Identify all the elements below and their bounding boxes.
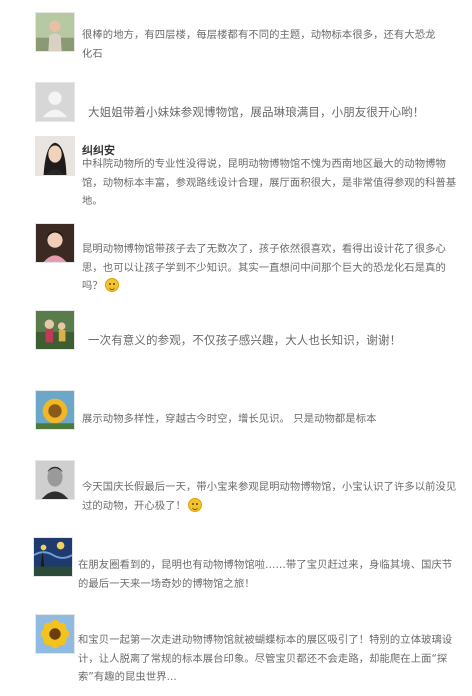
family-photo-avatar[interactable] [35, 310, 75, 350]
woman-portrait-avatar[interactable] [35, 136, 75, 176]
grin-emoji-icon [104, 278, 119, 292]
smile-emoji-icon [187, 497, 202, 512]
man-bw-portrait-avatar[interactable] [35, 460, 75, 500]
review-text: 昆明动物博物馆带孩子去了无数次了，孩子依然很喜欢，看得出设计花了很多心思，也可以… [82, 243, 446, 292]
default-user-avatar[interactable] [35, 82, 75, 122]
review-text: 展示动物多样性，穿越古今时空，增长见识。 只是动物都是标本 [82, 413, 377, 425]
review-text: 在朋友圈看到的，昆明也有动物博物馆啦……带了宝贝赶过来，身临其境、国庆节的最后一… [78, 559, 453, 590]
sunflower-painting-avatar[interactable] [35, 390, 75, 430]
sunflower-avatar[interactable] [35, 614, 75, 654]
starry-night-avatar[interactable] [33, 537, 73, 577]
review-text: 中科院动物所的专业性没得说，昆明动物博物馆不愧为西南地区最大的动物博物馆，动物标… [82, 158, 457, 207]
review-text: 大姐姐带着小妹妹参观博物馆，展品琳琅满目，小朋友很开心哟！ [88, 105, 425, 119]
review-text: 和宝贝一起第一次走进动物博物馆就被蝴蝶标本的展区吸引了！特别的立体玻璃设计，让人… [78, 634, 453, 683]
girl-portrait-avatar[interactable] [35, 223, 75, 263]
review-text: 今天国庆长假最后一天，带小宝来参观昆明动物博物馆，小宝认识了许多以前没见过的动物… [82, 481, 457, 512]
review-text: 很棒的地方，有四层楼，每层楼都有不同的主题，动物标本很多，还有大恐龙化石 [82, 29, 436, 60]
child-portrait-avatar[interactable] [35, 12, 75, 52]
review-text: 一次有意义的参观，不仅孩子感兴趣，大人也长知识，谢谢！ [88, 333, 402, 347]
